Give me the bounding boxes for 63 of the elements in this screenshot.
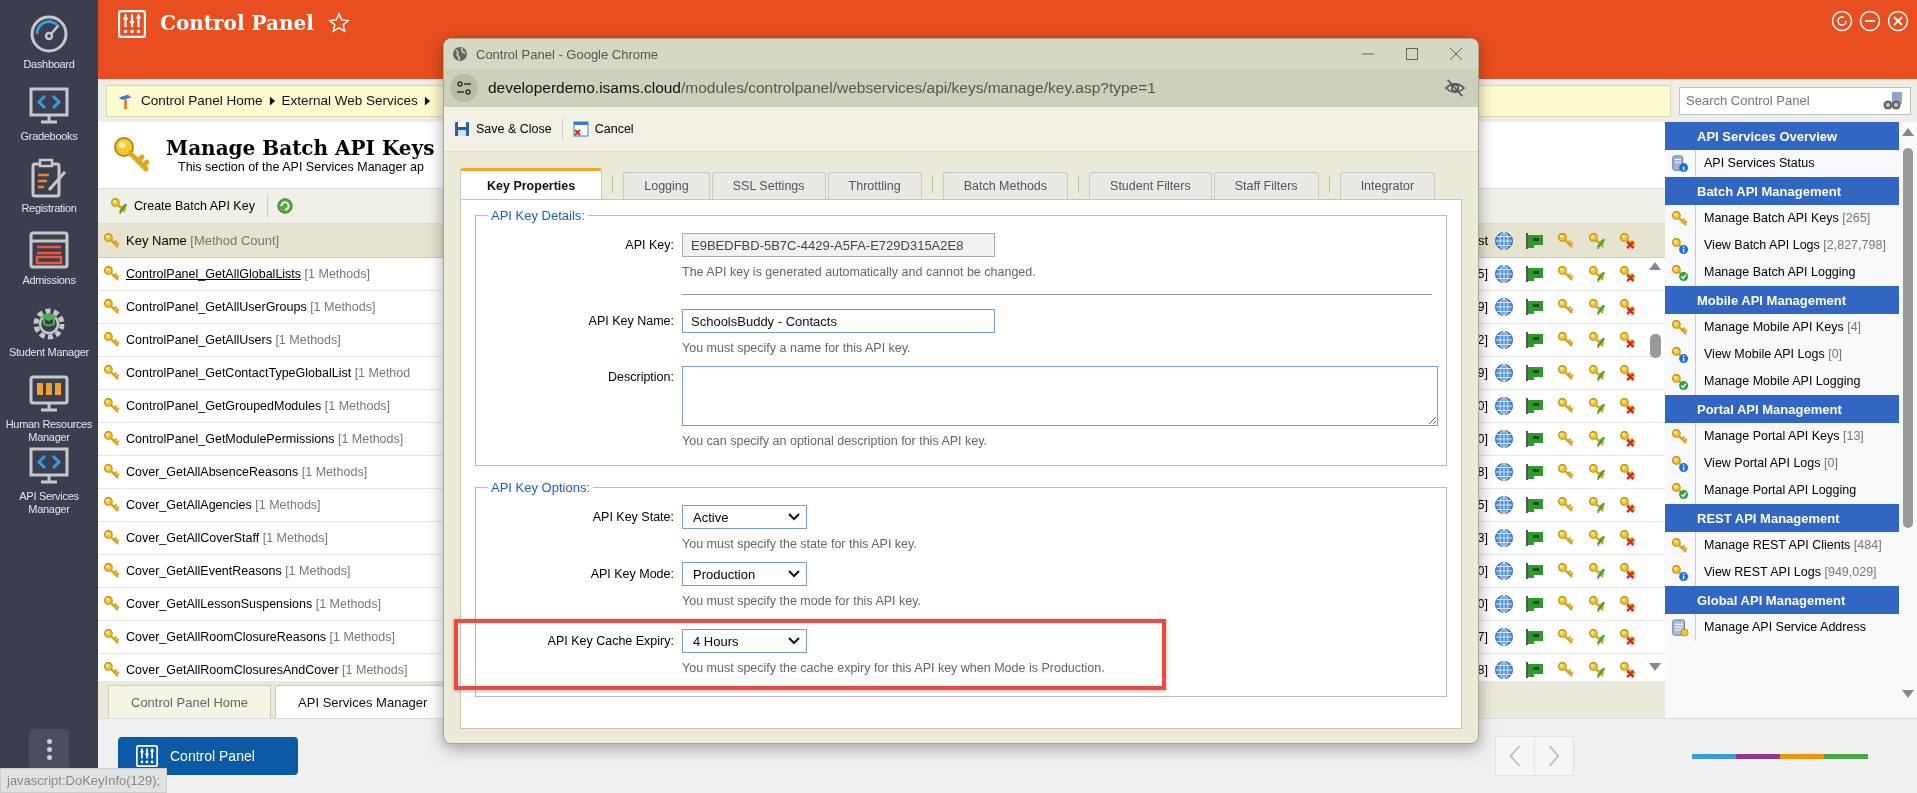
- table-cell-text: 2]: [1476, 333, 1488, 347]
- nav-label[interactable]: Admissions: [22, 274, 76, 287]
- panel-link[interactable]: Manage Batch API Keys [265]: [1695, 205, 1899, 232]
- field-hint: You must specify a name for this API key.: [682, 340, 912, 357]
- page-description: This section of the API Services Manager ap: [178, 160, 425, 174]
- panel-link[interactable]: Manage Mobile API Keys [4]: [1695, 314, 1899, 341]
- app-title: Control Panel: [160, 10, 314, 36]
- section-legend: API Key Details:: [488, 208, 588, 223]
- field-label: API Key Mode:: [589, 567, 674, 581]
- nav-label[interactable]: Dashboard: [23, 58, 75, 71]
- table-cell-text: 7]: [1476, 630, 1488, 644]
- section-header: Mobile API Management: [1665, 286, 1899, 314]
- control-panel-button[interactable]: Control Panel: [118, 737, 298, 775]
- status-bar: javascript:DoKeyInfo(129);: [0, 768, 168, 793]
- section-header: Portal API Management: [1665, 395, 1899, 423]
- section-legend: API Key Options:: [488, 480, 593, 495]
- section-header: API Services Overview: [1665, 122, 1899, 150]
- dropdown[interactable]: Active: [682, 505, 807, 529]
- tab[interactable]: SSL Settings: [711, 172, 826, 199]
- section-header: Batch API Management: [1665, 177, 1899, 205]
- page-tab[interactable]: Control Panel Home: [108, 685, 272, 718]
- dropdown[interactable]: 4 Hours: [682, 629, 807, 653]
- nav-label[interactable]: Registration: [21, 202, 77, 215]
- field-label: API Key State:: [591, 510, 674, 524]
- api-key-field[interactable]: E9BEDFBD-5B7C-4429-A5FA-E729D315A2E8: [682, 233, 995, 257]
- panel-link[interactable]: Manage API Service Address: [1695, 614, 1899, 641]
- field-label: Description:: [607, 369, 674, 384]
- nav-label[interactable]: Student Manager: [9, 346, 89, 359]
- field-label: API Key Cache Expiry:: [546, 634, 674, 648]
- tab[interactable]: Key Properties: [460, 168, 603, 199]
- tab[interactable]: Throttling: [827, 172, 922, 199]
- panel-link[interactable]: Manage Portal API Keys [13]: [1695, 423, 1899, 450]
- field-hint: You must specify the state for this API key.: [682, 536, 918, 553]
- nav-label[interactable]: API Services Manager: [0, 490, 98, 516]
- cancel-button[interactable]: Cancel: [568, 119, 638, 139]
- nav-label[interactable]: Human Resources Manager: [0, 418, 98, 444]
- search-field[interactable]: Search Control Panel: [1679, 86, 1911, 115]
- field-hint: You must specify the cache expiry for this API key when Mode is Production.: [682, 660, 1106, 677]
- create-key-button[interactable]: Create Batch API Key: [106, 195, 259, 217]
- tab[interactable]: Student Filters: [1089, 172, 1212, 199]
- panel-link[interactable]: View Portal API Logs [0]: [1695, 450, 1899, 477]
- tab[interactable]: Logging: [623, 172, 710, 199]
- field-hint: You must specify the mode for this API key.: [682, 593, 922, 610]
- tab[interactable]: Batch Methods: [942, 172, 1069, 199]
- section-header: REST API Management: [1665, 504, 1899, 532]
- field-hint: You can specify an optional description for this API key.: [682, 433, 989, 450]
- field-label: API Key Name:: [587, 314, 674, 328]
- panel-link[interactable]: View Mobile API Logs [0]: [1695, 341, 1899, 368]
- breadcrumb-link[interactable]: Control Panel Home: [141, 93, 263, 108]
- tab[interactable]: Staff Filters: [1213, 172, 1319, 199]
- page-title: Manage Batch API Keys: [166, 136, 435, 160]
- tab[interactable]: Integrator: [1339, 172, 1436, 199]
- panel-link[interactable]: View Batch API Logs [2,827,798]: [1695, 232, 1899, 259]
- nav-label[interactable]: Gradebooks: [20, 130, 78, 143]
- breadcrumb-link[interactable]: External Web Services: [281, 93, 418, 108]
- save-close-button[interactable]: Save & Close: [450, 119, 556, 139]
- section-header: Global API Management: [1665, 586, 1899, 614]
- key-name-field[interactable]: SchoolsBuddy - Contacts: [682, 309, 995, 333]
- dropdown[interactable]: Production: [682, 562, 807, 586]
- field-hint: The API key is generated automatically and cannot be changed.: [682, 264, 1037, 281]
- field-label: API Key:: [624, 238, 674, 252]
- window-title: Control Panel - Google Chrome: [476, 46, 659, 62]
- panel-link[interactable]: Manage REST API Clients [484]: [1695, 532, 1899, 559]
